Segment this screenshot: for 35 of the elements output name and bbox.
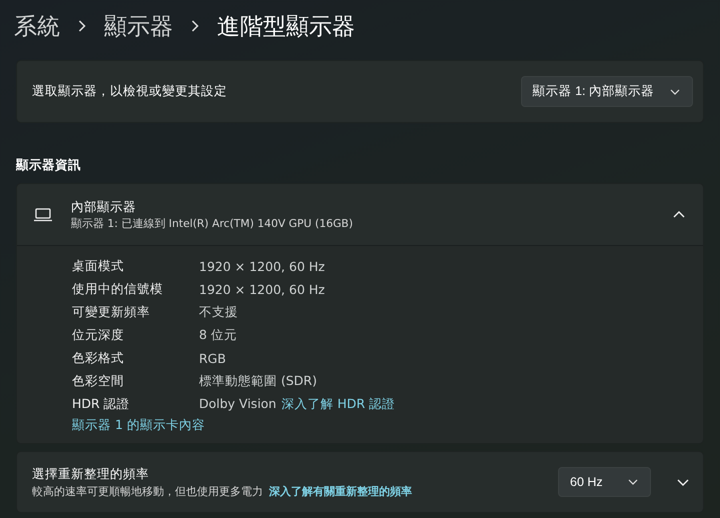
chevron-up-icon [673,211,685,218]
display-dropdown[interactable]: 顯示器 1: 內部顯示器 [520,76,693,107]
property-value: 標準動態範圍 (SDR) [199,373,317,388]
property-label: 使用中的信號模 [72,281,164,298]
page-title: 進階型顯示器 [217,12,355,42]
breadcrumb-link[interactable]: 顯示器 [104,10,173,42]
property-label: 可變更新頻率 [72,304,151,321]
setting-label: 選擇重新整理的頻率 [32,466,150,482]
property-label: 桌面模式 [72,258,125,275]
property-label: 位元深度 [72,327,125,344]
display-name: 內部顯示器 [71,198,137,216]
laptop-icon [33,208,53,222]
property-value: RGB [199,351,226,366]
chevron-down-icon [670,88,680,94]
refresh-rate-dropdown[interactable]: 60 Hz [558,467,651,497]
learn-more-link[interactable]: 深入了解有關重新整理的頻率 [269,484,412,498]
display-connection: 顯示器 1: 已連線到 Intel(R) Arc(TM) 140V GPU (16GB) [71,216,354,230]
setting-label: 選取顯示器，以檢視或變更其設定 [32,83,227,100]
property-value: Dolby Vision [199,396,276,411]
property-label: 色彩格式 [72,350,125,367]
chevron-down-icon [677,478,689,486]
property-value: 不支援 [199,304,238,319]
setting-description: 較高的速率可更順暢地移動，但也使用更多電力 深入了解有關重新整理的頻率 [32,484,413,498]
breadcrumb-link[interactable]: 系統 [14,10,60,42]
property-value: 8 位元 [199,327,237,342]
chevron-right-icon [78,20,86,32]
chevron-down-icon [628,479,638,485]
section-heading: 顯示器資訊 [16,157,82,174]
adapter-properties-link[interactable]: 顯示器 1 的顯示卡內容 [72,417,205,434]
property-label: 色彩空間 [72,373,125,390]
learn-more-link[interactable]: 深入了解 HDR 認證 [281,396,396,411]
property-value: 1920 × 1200, 60 Hz [199,259,325,274]
property-value: 1920 × 1200, 60 Hz [199,282,325,297]
chevron-right-icon [191,20,199,32]
property-label: HDR 認證 [72,396,131,413]
